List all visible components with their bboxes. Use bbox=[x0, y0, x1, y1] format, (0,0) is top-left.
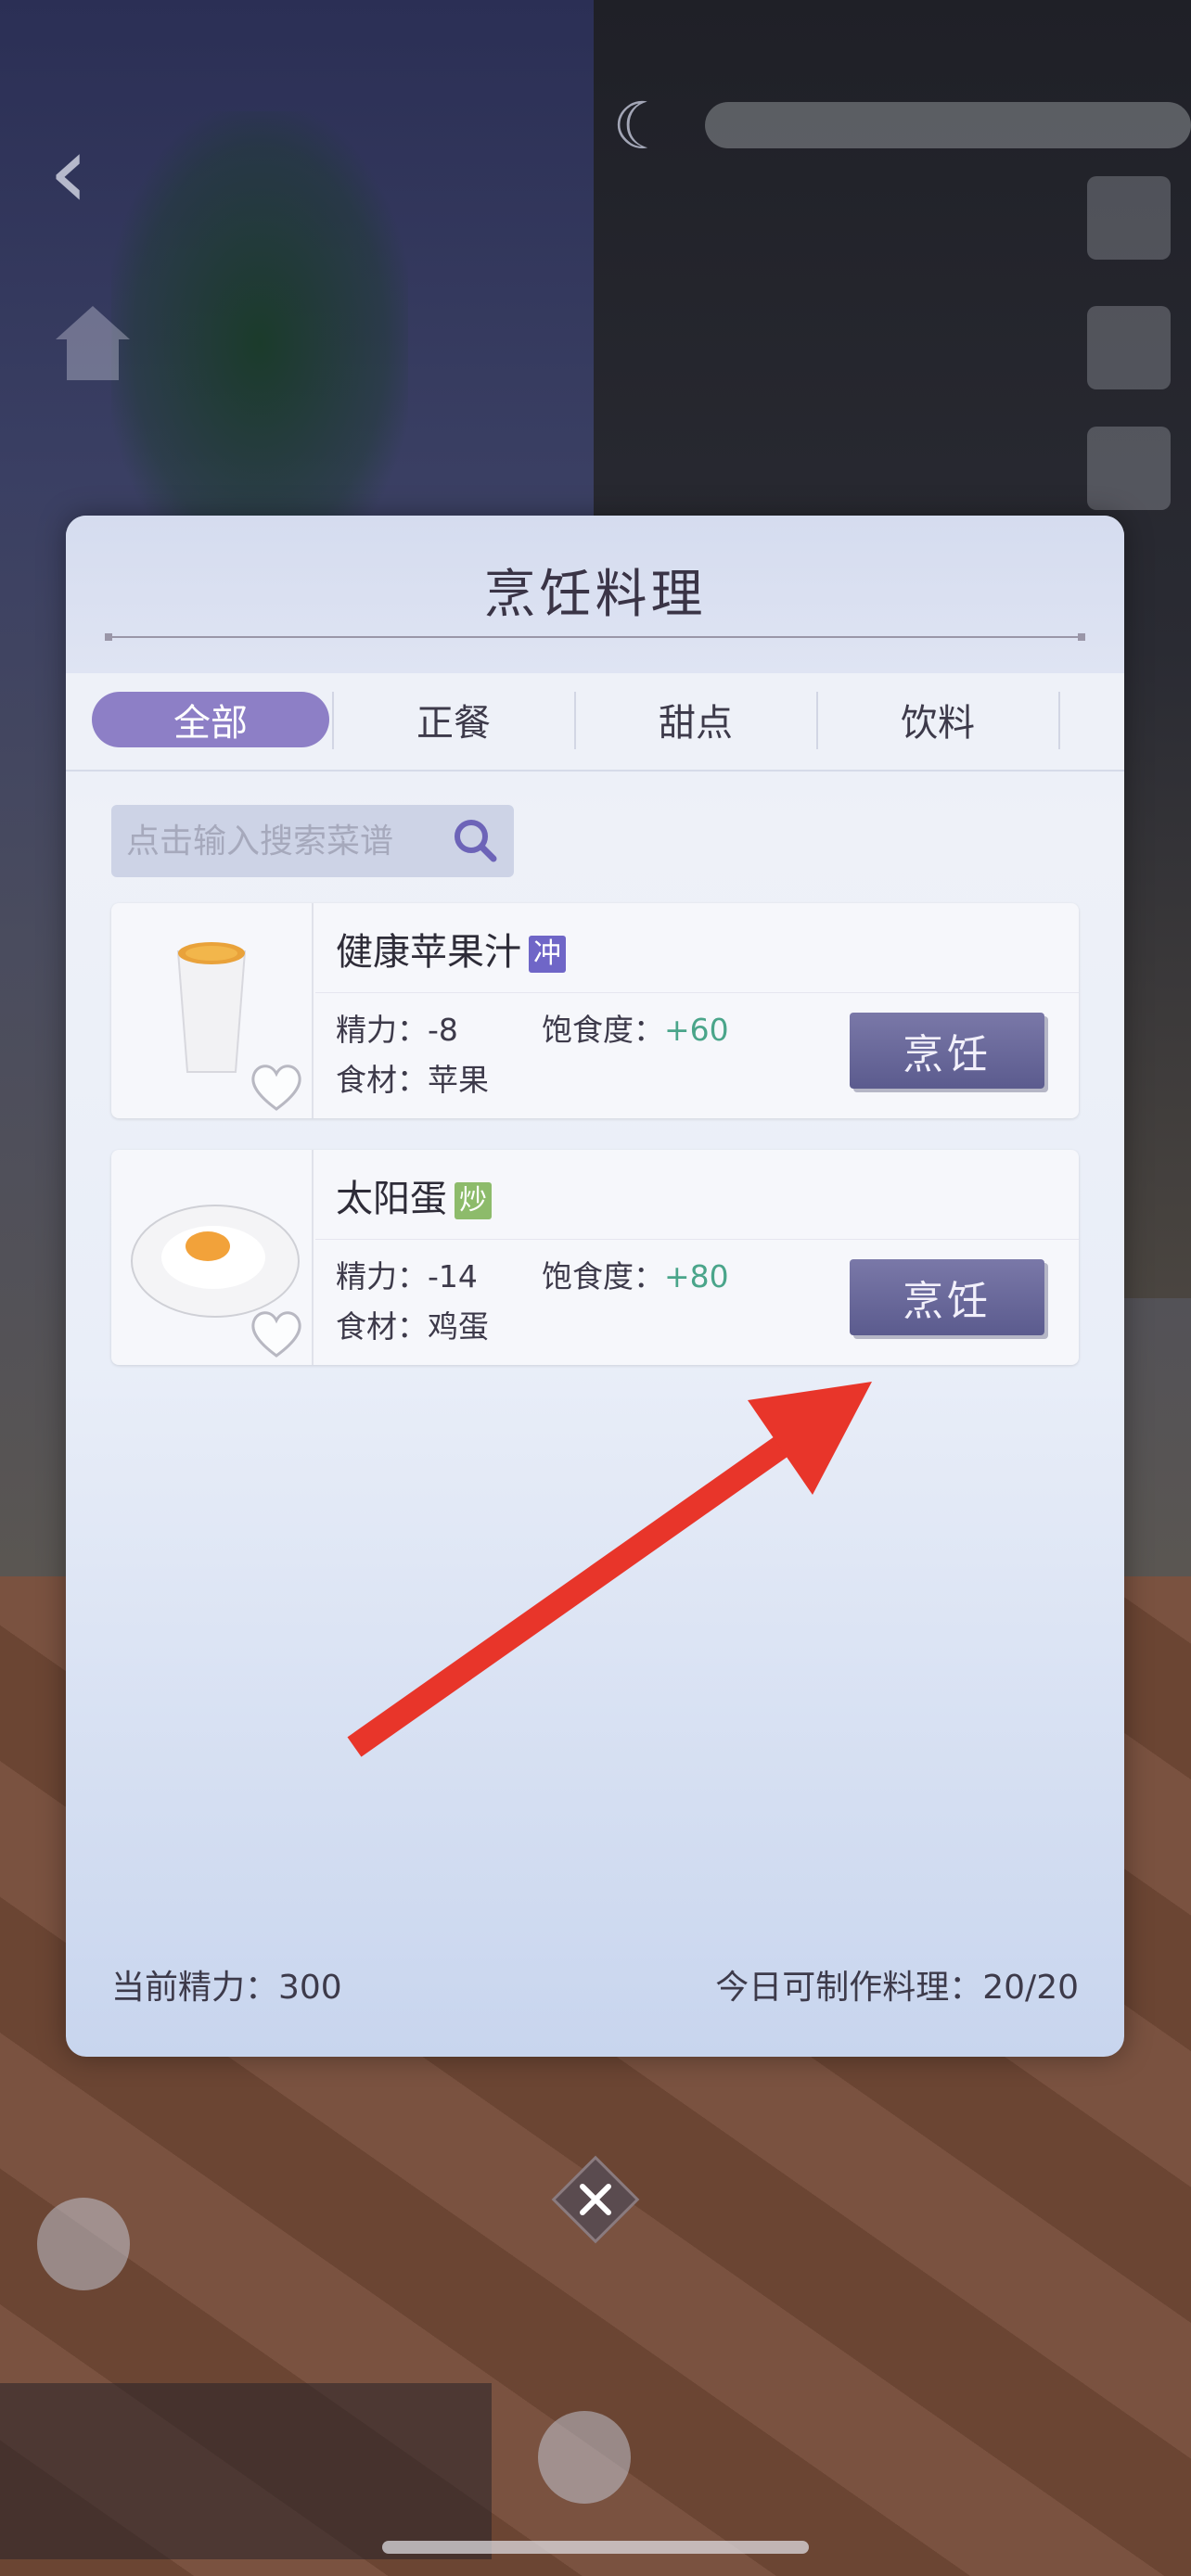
status-bar-pill bbox=[705, 102, 1191, 148]
card-divider bbox=[315, 992, 1079, 993]
back-chevron-icon[interactable]: ‹ bbox=[48, 121, 113, 223]
camera-icon[interactable] bbox=[1087, 176, 1171, 260]
recipe-name: 太阳蛋 bbox=[336, 1178, 447, 1220]
recipe-name: 健康苹果汁 bbox=[336, 931, 521, 974]
panel-title: 烹饪料理 bbox=[483, 565, 707, 625]
close-icon[interactable] bbox=[549, 2153, 642, 2246]
energy-value: -8 bbox=[428, 1012, 458, 1048]
ingredient-label: 食材： bbox=[336, 1062, 428, 1098]
side-tool-icon[interactable] bbox=[1087, 427, 1171, 510]
friends-icon[interactable] bbox=[37, 2198, 130, 2290]
current-energy: 当前精力：300 bbox=[111, 1969, 342, 2007]
chat-box[interactable] bbox=[0, 2383, 492, 2559]
background-plant bbox=[111, 111, 408, 575]
satiety-stat: 饱食度：+80 bbox=[542, 1252, 729, 1296]
tab-divider bbox=[574, 692, 576, 749]
tab-divider bbox=[1058, 692, 1060, 749]
satiety-stat: 饱食度：+60 bbox=[542, 1005, 729, 1050]
tab-all[interactable]: 全部 bbox=[92, 692, 329, 747]
panel-header: 烹饪料理 bbox=[66, 516, 1124, 673]
bottom-action-icon[interactable] bbox=[538, 2411, 631, 2504]
energy-value: -14 bbox=[428, 1258, 478, 1294]
tab-dessert[interactable]: 甜点 bbox=[577, 692, 814, 747]
tab-drinks[interactable]: 饮料 bbox=[819, 692, 1057, 747]
heart-icon[interactable] bbox=[249, 1307, 304, 1359]
tab-main-course[interactable]: 正餐 bbox=[335, 692, 572, 747]
ingredient-value: 苹果 bbox=[428, 1062, 489, 1098]
recipe-name-row: 健康苹果汁冲 bbox=[336, 922, 566, 976]
recipe-name-row: 太阳蛋炒 bbox=[336, 1168, 492, 1222]
energy-label: 精力： bbox=[336, 1012, 428, 1048]
search-icon[interactable] bbox=[451, 816, 499, 864]
title-divider bbox=[105, 633, 1085, 641]
heart-icon[interactable] bbox=[249, 1061, 304, 1113]
tab-divider bbox=[332, 692, 334, 749]
daily-cook-limit: 今日可制作料理：20/20 bbox=[715, 1969, 1079, 2007]
satiety-value: +80 bbox=[664, 1258, 729, 1294]
method-badge: 炒 bbox=[455, 1182, 492, 1219]
cook-button[interactable]: 烹饪 bbox=[850, 1259, 1044, 1335]
recipe-card-sunny-egg: 太阳蛋炒 精力：-14 饱食度：+80 食材：鸡蛋 烹饪 bbox=[111, 1150, 1079, 1365]
side-menu-icon[interactable] bbox=[1087, 306, 1171, 389]
search-input[interactable] bbox=[124, 821, 462, 861]
satiety-label: 饱食度： bbox=[542, 1258, 664, 1294]
cook-button[interactable]: 烹饪 bbox=[850, 1013, 1044, 1089]
energy-stat: 精力：-14 bbox=[336, 1252, 478, 1296]
moon-icon: ☾ bbox=[612, 88, 671, 164]
ingredient-stat: 食材：鸡蛋 bbox=[336, 1302, 489, 1346]
ingredient-label: 食材： bbox=[336, 1308, 428, 1345]
method-badge: 冲 bbox=[529, 936, 566, 973]
recipe-search bbox=[111, 805, 514, 877]
tab-divider bbox=[816, 692, 818, 749]
home-indicator[interactable] bbox=[382, 2541, 809, 2554]
ingredient-stat: 食材：苹果 bbox=[336, 1055, 489, 1100]
ingredient-value: 鸡蛋 bbox=[428, 1308, 489, 1345]
recipe-card-apple-juice: 健康苹果汁冲 精力：-8 饱食度：+60 食材：苹果 烹饪 bbox=[111, 903, 1079, 1118]
satiety-value: +60 bbox=[664, 1012, 729, 1048]
satiety-label: 饱食度： bbox=[542, 1012, 664, 1048]
card-divider bbox=[315, 1239, 1079, 1240]
energy-label: 精力： bbox=[336, 1258, 428, 1294]
category-tabs: 全部 正餐 甜点 饮料 bbox=[66, 673, 1124, 772]
cooking-panel: 烹饪料理 全部 正餐 甜点 饮料 健康苹果汁冲 bbox=[66, 516, 1124, 2057]
energy-stat: 精力：-8 bbox=[336, 1005, 458, 1050]
